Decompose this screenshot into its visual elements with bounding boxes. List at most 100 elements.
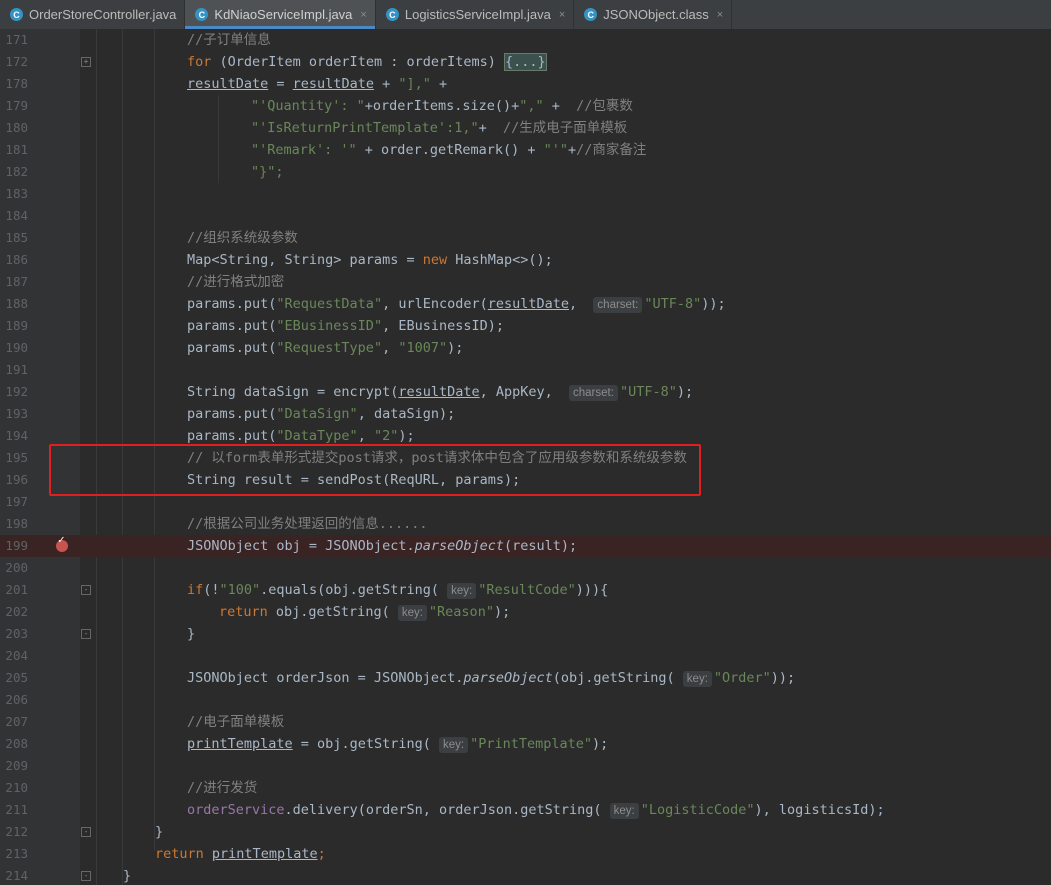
code-line-172[interactable]: 172 + for (OrderItem orderItem : orderIt… xyxy=(0,51,1051,73)
line-number: 192 xyxy=(5,384,28,399)
line-number: 185 xyxy=(5,230,28,245)
fold-toggle-icon[interactable]: - xyxy=(81,585,91,595)
line-number: 193 xyxy=(5,406,28,421)
breakpoint-check-icon: ✓ xyxy=(58,533,65,546)
code-line-208[interactable]: 208 printTemplate = obj.getString( key: "… xyxy=(0,733,1051,755)
folded-region[interactable]: {...} xyxy=(504,53,547,71)
parameter-hint: key: xyxy=(682,671,712,687)
line-number: 200 xyxy=(5,560,28,575)
code-line-171[interactable]: 171 //子订单信息 xyxy=(0,29,1051,51)
code-line-182[interactable]: 182 "}"; xyxy=(0,161,1051,183)
java-class-icon: C xyxy=(584,8,598,21)
java-class-icon: C xyxy=(385,8,399,21)
code-line-200[interactable]: 200 xyxy=(0,557,1051,579)
code-line-178[interactable]: 178 resultDate = resultDate + "]," + xyxy=(0,73,1051,95)
line-number: 179 xyxy=(5,98,28,113)
line-number: 209 xyxy=(5,758,28,773)
code-text: //根据公司业务处理返回的信息...... xyxy=(187,516,428,532)
tab-label: JSONObject.class xyxy=(603,7,709,22)
editor-tab-bar: C OrderStoreController.java C KdNiaoServ… xyxy=(0,0,1051,30)
code-line-214[interactable]: 214 - } xyxy=(0,865,1051,885)
code-text: params.put("RequestType", "1007"); xyxy=(187,340,464,356)
code-line-207[interactable]: 207 //电子面单模板 xyxy=(0,711,1051,733)
code-line-199[interactable]: 199 ✓ JSONObject obj = JSONObject.parseO… xyxy=(0,533,1051,557)
code-editor[interactable]: 171 //子订单信息 172 + for (OrderItem orderIt… xyxy=(0,29,1051,885)
tab-kdniao-service-impl[interactable]: C KdNiaoServiceImpl.java × xyxy=(185,0,376,29)
line-number: 212 xyxy=(5,824,28,839)
code-text: "'IsReturnPrintTemplate':1,"+ //生成电子面单模板 xyxy=(251,120,628,136)
line-number: 182 xyxy=(5,164,28,179)
fold-toggle-icon[interactable]: - xyxy=(81,629,91,639)
line-number: 202 xyxy=(5,604,28,619)
line-number: 180 xyxy=(5,120,28,135)
line-number: 211 xyxy=(5,802,28,817)
code-line-211[interactable]: 211 orderService.delivery(orderSn, order… xyxy=(0,799,1051,821)
code-text: orderService.delivery(orderSn, orderJson… xyxy=(187,802,885,819)
code-line-203[interactable]: 203 - } xyxy=(0,623,1051,645)
line-number: 199 xyxy=(5,538,28,553)
line-number: 184 xyxy=(5,208,28,223)
parameter-hint: key: xyxy=(397,605,427,621)
code-text: } xyxy=(155,824,164,840)
code-line-202[interactable]: 202 return obj.getString( key: "Reason"); xyxy=(0,601,1051,623)
code-text: String dataSign = encrypt(resultDate, Ap… xyxy=(187,384,694,401)
line-number: 208 xyxy=(5,736,28,751)
line-number: 186 xyxy=(5,252,28,267)
close-icon[interactable]: × xyxy=(559,9,565,21)
code-text: params.put("EBusinessID", EBusinessID); xyxy=(187,318,504,334)
line-number: 195 xyxy=(5,450,28,465)
code-line-185[interactable]: 185 //组织系统级参数 xyxy=(0,227,1051,249)
fold-toggle-icon[interactable]: - xyxy=(81,827,91,837)
code-line-188[interactable]: 188 params.put("RequestData", urlEncoder… xyxy=(0,293,1051,315)
close-icon[interactable]: × xyxy=(360,9,366,21)
tab-jsonobject-class[interactable]: C JSONObject.class × xyxy=(574,0,733,29)
parameter-hint: charset: xyxy=(569,385,618,401)
java-class-icon: C xyxy=(195,8,209,21)
code-line-210[interactable]: 210 //进行发货 xyxy=(0,777,1051,799)
line-number: 201 xyxy=(5,582,28,597)
parameter-hint: charset: xyxy=(593,297,643,313)
highlight-annotation-box xyxy=(49,444,701,496)
code-line-191[interactable]: 191 xyxy=(0,359,1051,381)
line-number: 203 xyxy=(5,626,28,641)
code-text: for (OrderItem orderItem : orderItems) {… xyxy=(187,53,547,71)
code-line-198[interactable]: 198 //根据公司业务处理返回的信息...... xyxy=(0,513,1051,535)
line-number: 171 xyxy=(5,32,28,47)
code-text: return printTemplate; xyxy=(155,846,326,862)
tab-order-store-controller[interactable]: C OrderStoreController.java xyxy=(0,0,186,29)
line-number: 210 xyxy=(5,780,28,795)
code-line-190[interactable]: 190 params.put("RequestType", "1007"); xyxy=(0,337,1051,359)
code-line-209[interactable]: 209 xyxy=(0,755,1051,777)
code-text: //进行格式加密 xyxy=(187,274,285,290)
close-icon[interactable]: × xyxy=(717,9,723,21)
code-text: params.put("DataSign", dataSign); xyxy=(187,406,456,422)
code-text: "'Remark': '" + order.getRemark() + "'"+… xyxy=(251,142,647,158)
code-line-183[interactable]: 183 xyxy=(0,183,1051,205)
code-line-206[interactable]: 206 xyxy=(0,689,1051,711)
code-line-212[interactable]: 212 - } xyxy=(0,821,1051,843)
code-text: } xyxy=(187,626,196,642)
code-text: "}"; xyxy=(251,164,284,180)
tab-label: OrderStoreController.java xyxy=(29,7,177,22)
code-line-201[interactable]: 201 - if(!"100".equals(obj.getString( ke… xyxy=(0,579,1051,601)
code-line-213[interactable]: 213 return printTemplate; xyxy=(0,843,1051,865)
code-line-186[interactable]: 186 Map<String, String> params = new Has… xyxy=(0,249,1051,271)
code-line-193[interactable]: 193 params.put("DataSign", dataSign); xyxy=(0,403,1051,425)
code-line-181[interactable]: 181 "'Remark': '" + order.getRemark() + … xyxy=(0,139,1051,161)
line-number: 190 xyxy=(5,340,28,355)
code-line-179[interactable]: 179 "'Quantity': "+orderItems.size()+","… xyxy=(0,95,1051,117)
code-text: //组织系统级参数 xyxy=(187,230,298,246)
java-class-icon: C xyxy=(10,8,23,21)
tab-label: KdNiaoServiceImpl.java xyxy=(214,7,353,22)
code-line-204[interactable]: 204 xyxy=(0,645,1051,667)
code-line-187[interactable]: 187 //进行格式加密 xyxy=(0,271,1051,293)
tab-logistics-service-impl[interactable]: C LogisticsServiceImpl.java × xyxy=(376,0,575,29)
code-line-180[interactable]: 180 "'IsReturnPrintTemplate':1,"+ //生成电子… xyxy=(0,117,1051,139)
code-line-184[interactable]: 184 xyxy=(0,205,1051,227)
fold-toggle-icon[interactable]: + xyxy=(81,57,91,67)
code-line-189[interactable]: 189 params.put("EBusinessID", EBusinessI… xyxy=(0,315,1051,337)
fold-toggle-icon[interactable]: - xyxy=(81,871,91,881)
code-text: "'Quantity': "+orderItems.size()+"," + /… xyxy=(251,98,633,114)
code-line-205[interactable]: 205 JSONObject orderJson = JSONObject.pa… xyxy=(0,667,1051,689)
code-line-192[interactable]: 192 String dataSign = encrypt(resultDate… xyxy=(0,381,1051,403)
